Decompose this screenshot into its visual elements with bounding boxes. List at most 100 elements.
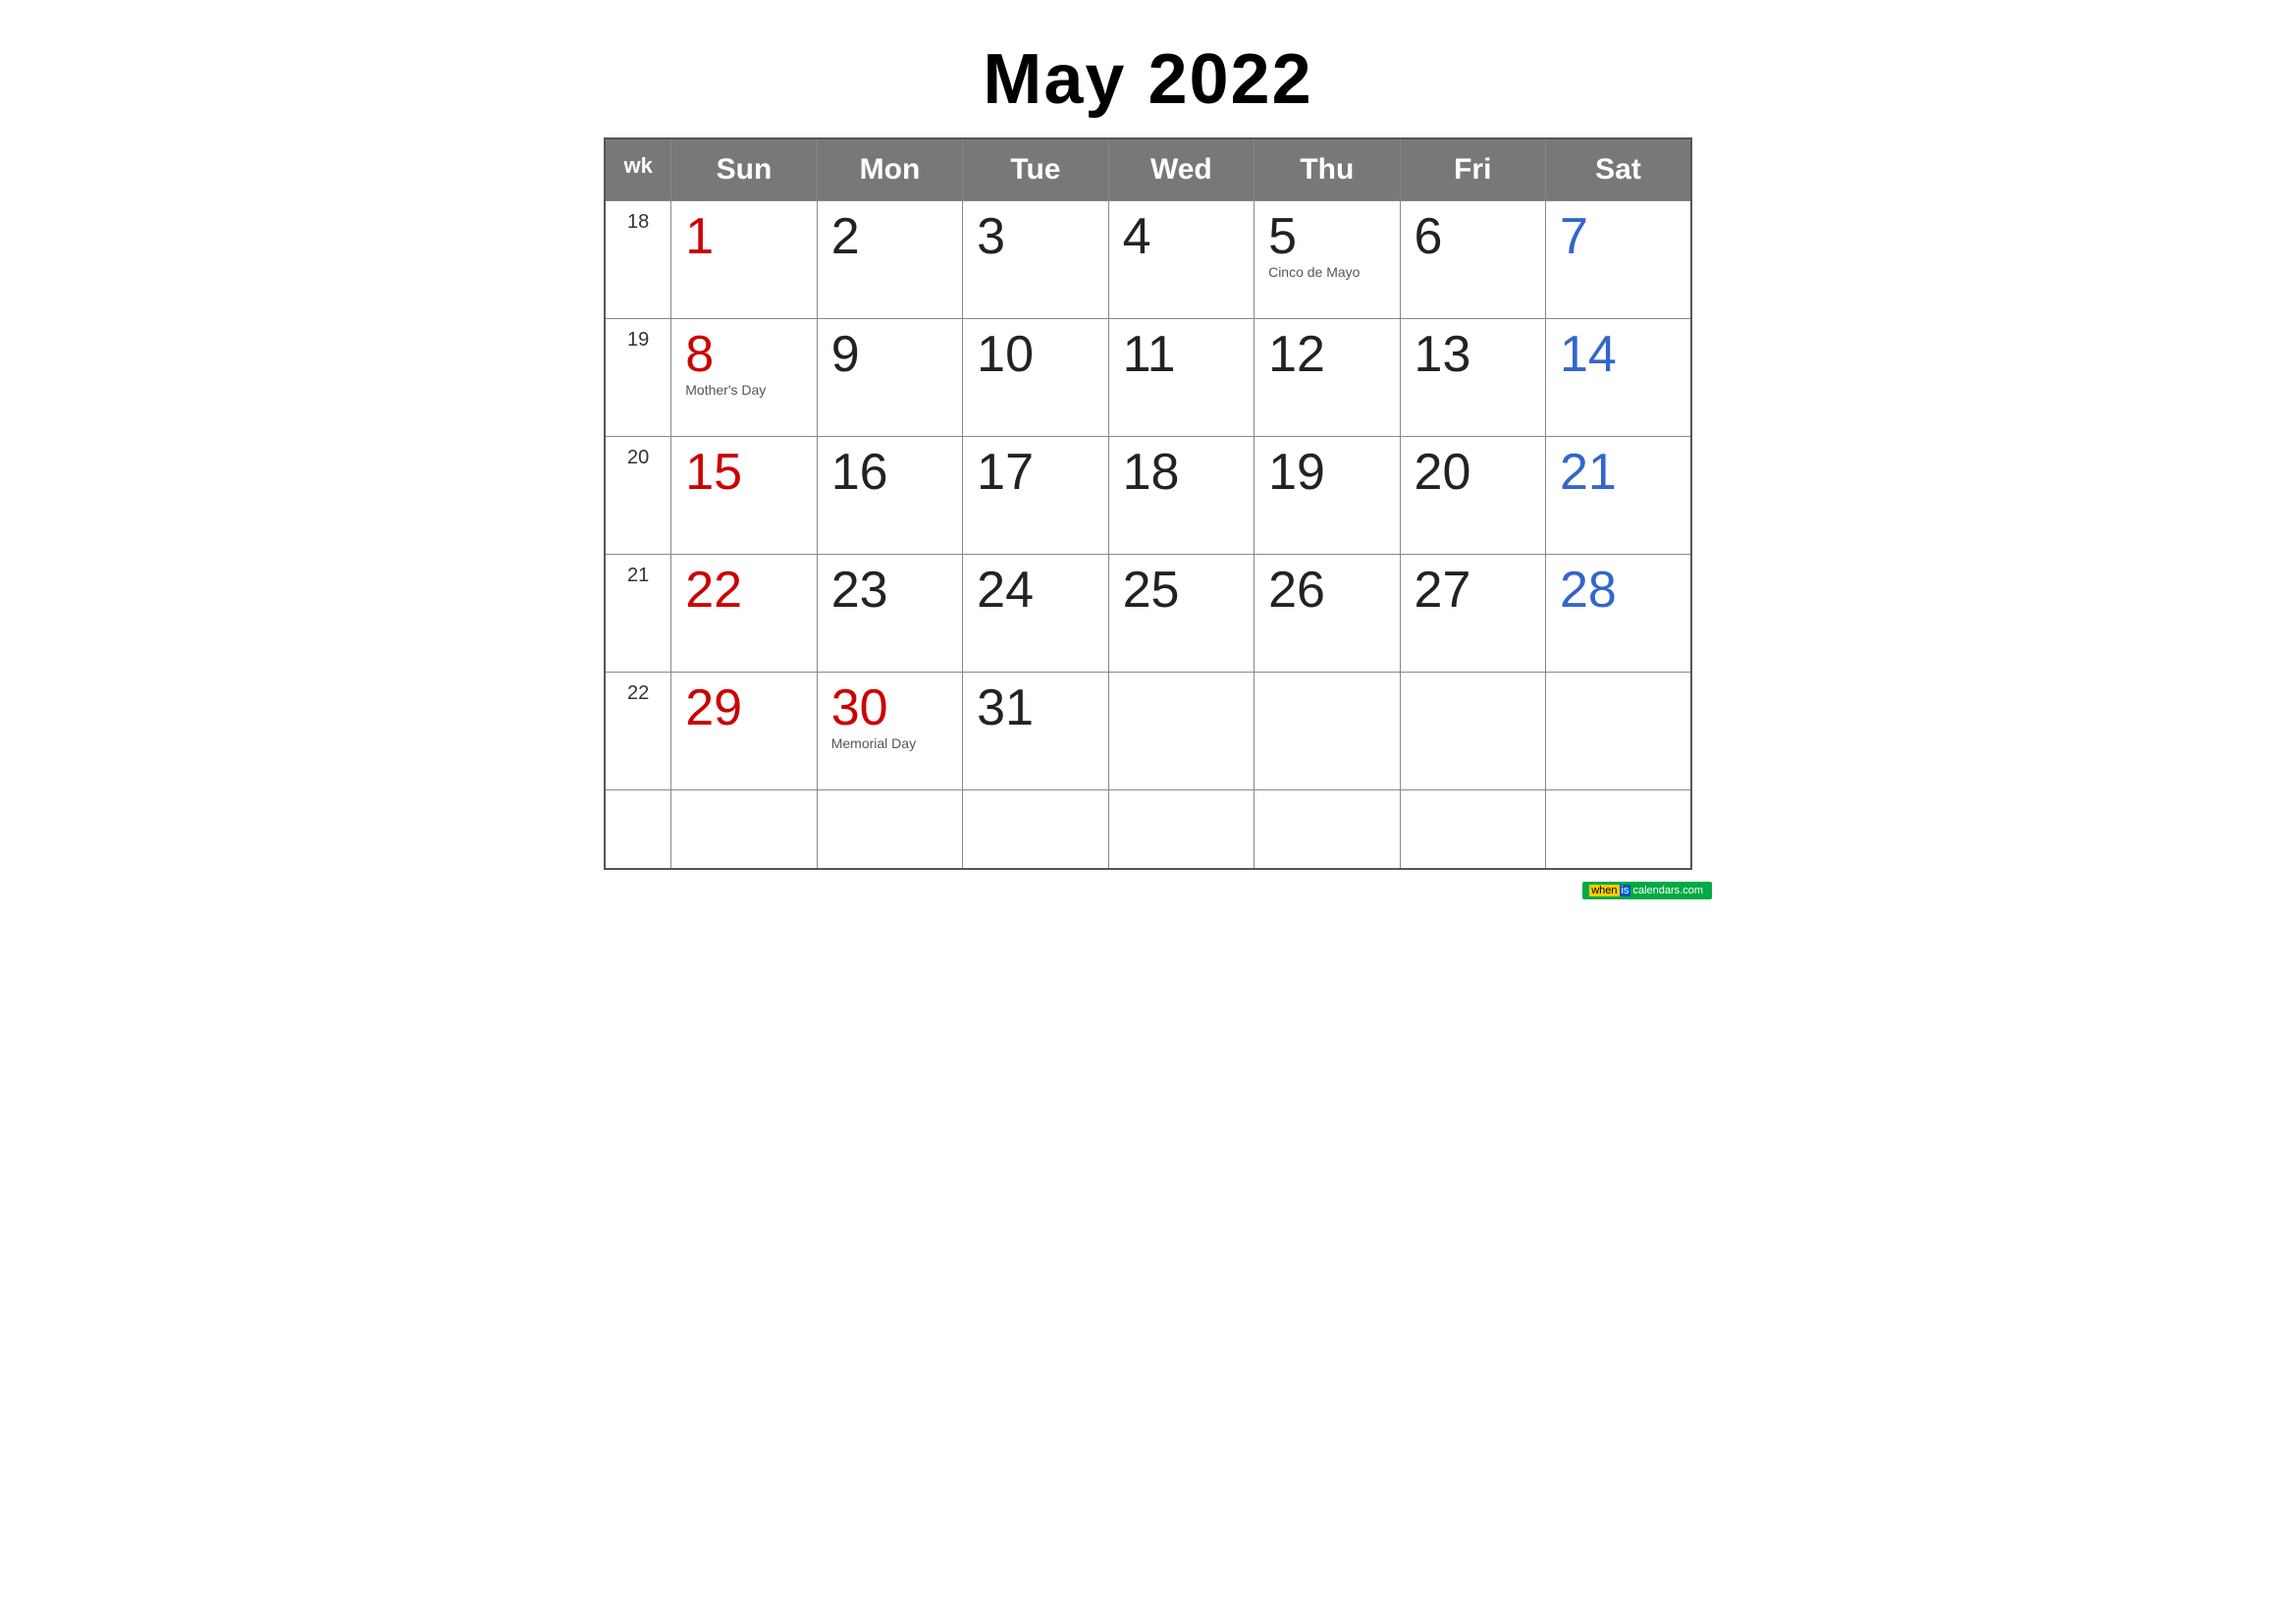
day-cell-24: 24 bbox=[963, 555, 1108, 673]
day-number-14: 14 bbox=[1560, 329, 1677, 380]
day-number-5: 5 bbox=[1268, 211, 1385, 262]
extra-cell-6 bbox=[1400, 790, 1545, 869]
week-number-20: 20 bbox=[605, 437, 671, 555]
day-number-27: 27 bbox=[1415, 565, 1531, 616]
day-cell-22: 22 bbox=[671, 555, 817, 673]
header-thu: Thu bbox=[1255, 138, 1400, 201]
header-fri: Fri bbox=[1400, 138, 1545, 201]
day-cell-13: 13 bbox=[1400, 319, 1545, 437]
day-cell-8: 8 Mother's Day bbox=[671, 319, 817, 437]
holiday-label-8: Mother's Day bbox=[685, 382, 802, 398]
day-cell-20: 20 bbox=[1400, 437, 1545, 555]
day-cell-26: 26 bbox=[1255, 555, 1400, 673]
day-cell-empty bbox=[1400, 673, 1545, 790]
day-number-31: 31 bbox=[977, 682, 1094, 733]
extra-cell-4 bbox=[1108, 790, 1254, 869]
header-wk: wk bbox=[605, 138, 671, 201]
day-cell-11: 11 bbox=[1108, 319, 1254, 437]
holiday-label-30: Memorial Day bbox=[831, 735, 948, 751]
day-cell-6: 6 bbox=[1400, 201, 1545, 319]
week-row-18: 18 12345 Cinco de Mayo 67 bbox=[605, 201, 1691, 319]
day-number-30: 30 bbox=[831, 682, 948, 733]
extra-cell-0 bbox=[605, 790, 671, 869]
day-number-19: 19 bbox=[1268, 447, 1385, 498]
day-number-26: 26 bbox=[1268, 565, 1385, 616]
day-cell-18: 18 bbox=[1108, 437, 1254, 555]
day-number-8: 8 bbox=[685, 329, 802, 380]
day-number-4: 4 bbox=[1123, 211, 1240, 262]
extra-row bbox=[605, 790, 1691, 869]
day-number-23: 23 bbox=[831, 565, 948, 616]
header-row: wk Sun Mon Tue Wed Thu Fri Sat bbox=[605, 138, 1691, 201]
day-number-16: 16 bbox=[831, 447, 948, 498]
day-cell-19: 19 bbox=[1255, 437, 1400, 555]
day-number-1: 1 bbox=[685, 211, 802, 262]
extra-cell-1 bbox=[671, 790, 817, 869]
day-cell-27: 27 bbox=[1400, 555, 1545, 673]
day-cell-23: 23 bbox=[817, 555, 962, 673]
week-number-22: 22 bbox=[605, 673, 671, 790]
day-number-18: 18 bbox=[1123, 447, 1240, 498]
day-cell-empty bbox=[1545, 673, 1691, 790]
day-number-2: 2 bbox=[831, 211, 948, 262]
week-row-19: 19 8 Mother's Day 9 10 11 12 13 14 bbox=[605, 319, 1691, 437]
calendar-page: May 2022 wk Sun Mon Tue Wed Thu Fri Sat … bbox=[574, 20, 1722, 909]
holiday-label-5: Cinco de Mayo bbox=[1268, 264, 1385, 280]
extra-cell-5 bbox=[1255, 790, 1400, 869]
header-tue: Tue bbox=[963, 138, 1108, 201]
day-cell-4: 4 bbox=[1108, 201, 1254, 319]
day-cell-15: 15 bbox=[671, 437, 817, 555]
day-cell-28: 28 bbox=[1545, 555, 1691, 673]
week-number-19: 19 bbox=[605, 319, 671, 437]
extra-cell-2 bbox=[817, 790, 962, 869]
week-row-22: 22 29 30 Memorial Day 31 bbox=[605, 673, 1691, 790]
day-cell-21: 21 bbox=[1545, 437, 1691, 555]
day-cell-10: 10 bbox=[963, 319, 1108, 437]
day-number-15: 15 bbox=[685, 447, 802, 498]
header-wed: Wed bbox=[1108, 138, 1254, 201]
header-sun: Sun bbox=[671, 138, 817, 201]
day-cell-29: 29 bbox=[671, 673, 817, 790]
header-mon: Mon bbox=[817, 138, 962, 201]
day-cell-empty bbox=[1108, 673, 1254, 790]
extra-cell-7 bbox=[1545, 790, 1691, 869]
day-number-9: 9 bbox=[831, 329, 948, 380]
day-cell-17: 17 bbox=[963, 437, 1108, 555]
day-cell-12: 12 bbox=[1255, 319, 1400, 437]
day-number-11: 11 bbox=[1123, 329, 1240, 380]
day-cell-1: 1 bbox=[671, 201, 817, 319]
day-number-20: 20 bbox=[1415, 447, 1531, 498]
day-number-13: 13 bbox=[1415, 329, 1531, 380]
day-number-10: 10 bbox=[977, 329, 1094, 380]
day-cell-31: 31 bbox=[963, 673, 1108, 790]
day-cell-9: 9 bbox=[817, 319, 962, 437]
day-cell-25: 25 bbox=[1108, 555, 1254, 673]
week-row-20: 20 15 16 17 18 19 20 21 bbox=[605, 437, 1691, 555]
day-cell-empty bbox=[1255, 673, 1400, 790]
day-number-25: 25 bbox=[1123, 565, 1240, 616]
calendar-title: May 2022 bbox=[604, 39, 1692, 120]
extra-cell-3 bbox=[963, 790, 1108, 869]
day-cell-30: 30 Memorial Day bbox=[817, 673, 962, 790]
day-number-29: 29 bbox=[685, 682, 802, 733]
week-row-21: 21 22 23 24 25 26 27 28 bbox=[605, 555, 1691, 673]
week-number-21: 21 bbox=[605, 555, 671, 673]
day-number-22: 22 bbox=[685, 565, 802, 616]
watermark: wheniscalendars.com bbox=[1582, 882, 1712, 899]
day-number-12: 12 bbox=[1268, 329, 1385, 380]
day-cell-16: 16 bbox=[817, 437, 962, 555]
day-cell-7: 7 bbox=[1545, 201, 1691, 319]
day-cell-2: 2 bbox=[817, 201, 962, 319]
day-number-6: 6 bbox=[1415, 211, 1531, 262]
day-number-3: 3 bbox=[977, 211, 1094, 262]
day-cell-3: 3 bbox=[963, 201, 1108, 319]
day-number-7: 7 bbox=[1560, 211, 1677, 262]
day-cell-5: 5 Cinco de Mayo bbox=[1255, 201, 1400, 319]
header-sat: Sat bbox=[1545, 138, 1691, 201]
day-number-17: 17 bbox=[977, 447, 1094, 498]
day-cell-14: 14 bbox=[1545, 319, 1691, 437]
calendar-table: wk Sun Mon Tue Wed Thu Fri Sat 1812345Ci… bbox=[604, 137, 1692, 870]
day-number-21: 21 bbox=[1560, 447, 1677, 498]
day-number-24: 24 bbox=[977, 565, 1094, 616]
week-number-18: 18 bbox=[605, 201, 671, 319]
